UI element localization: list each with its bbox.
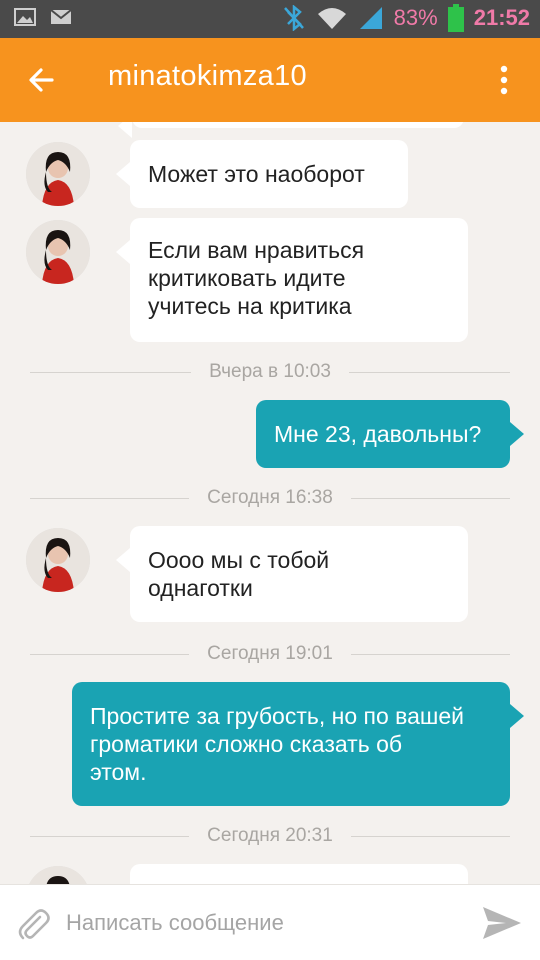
contact-name[interactable]: minatokimza10 <box>108 60 307 93</box>
date-separator: Сегодня 16:38 <box>30 486 510 510</box>
date-separator: Вчера в 10:03 <box>30 360 510 384</box>
message-text: Мне 23, давольны? <box>274 421 482 447</box>
message-bubble-incoming[interactable]: Оооо мы с тобой однаготки <box>116 526 468 622</box>
attach-button[interactable] <box>14 905 54 945</box>
mail-icon <box>50 9 72 24</box>
wifi-icon <box>317 8 346 29</box>
back-button[interactable] <box>22 60 62 100</box>
battery-percent: 83% <box>393 5 438 30</box>
date-separator-label: Сегодня 19:01 <box>207 643 333 664</box>
message-input[interactable] <box>66 903 456 943</box>
paperclip-icon <box>18 909 50 940</box>
avatar[interactable] <box>26 866 90 884</box>
user-photo <box>26 142 90 206</box>
date-separator-label: Сегодня 16:38 <box>207 487 333 508</box>
user-photo <box>26 866 90 884</box>
message-bubble-incoming[interactable]: Если вам нравиться критиковать идите учи… <box>116 218 468 342</box>
user-photo <box>26 528 90 592</box>
message-composer <box>0 884 540 960</box>
message-bubble-partial <box>130 864 468 884</box>
chat-header: minatokimza10 <box>0 38 540 122</box>
date-separator-label: Вчера в 10:03 <box>209 361 331 382</box>
user-photo <box>26 220 90 284</box>
signal-icon <box>359 7 382 29</box>
message-list[interactable]: Может это наоборот Если вам нравиться кр… <box>0 122 540 884</box>
message-text: Простите за грубость, но по вашей громат… <box>90 703 464 785</box>
avatar[interactable] <box>26 142 90 206</box>
message-bubble-outgoing[interactable]: Простите за грубость, но по вашей громат… <box>72 682 524 806</box>
message-bubble-partial <box>118 122 464 138</box>
message-text: Может это наоборот <box>148 161 365 187</box>
clock: 21:52 <box>473 5 530 30</box>
date-separator: Сегодня 19:01 <box>30 642 510 666</box>
message-text: Оооо мы с тобой однаготки <box>148 547 330 601</box>
more-vertical-icon <box>500 65 508 95</box>
gallery-icon <box>14 8 36 26</box>
bluetooth-off-icon <box>283 5 304 31</box>
avatar[interactable] <box>26 220 90 284</box>
send-icon <box>483 907 521 939</box>
date-separator: Сегодня 20:31 <box>30 824 510 848</box>
status-bar: 83% 21:52 <box>0 0 540 38</box>
message-bubble-incoming[interactable]: Может это наоборот <box>116 140 408 208</box>
arrow-left-icon <box>29 68 54 92</box>
message-text: Если вам нравиться критиковать идите учи… <box>148 237 365 319</box>
overflow-menu-button[interactable] <box>486 60 522 100</box>
avatar[interactable] <box>26 528 90 592</box>
battery-icon <box>447 4 464 32</box>
message-bubble-outgoing[interactable]: Мне 23, давольны? <box>256 400 524 468</box>
send-button[interactable] <box>480 903 524 943</box>
date-separator-label: Сегодня 20:31 <box>207 825 333 846</box>
